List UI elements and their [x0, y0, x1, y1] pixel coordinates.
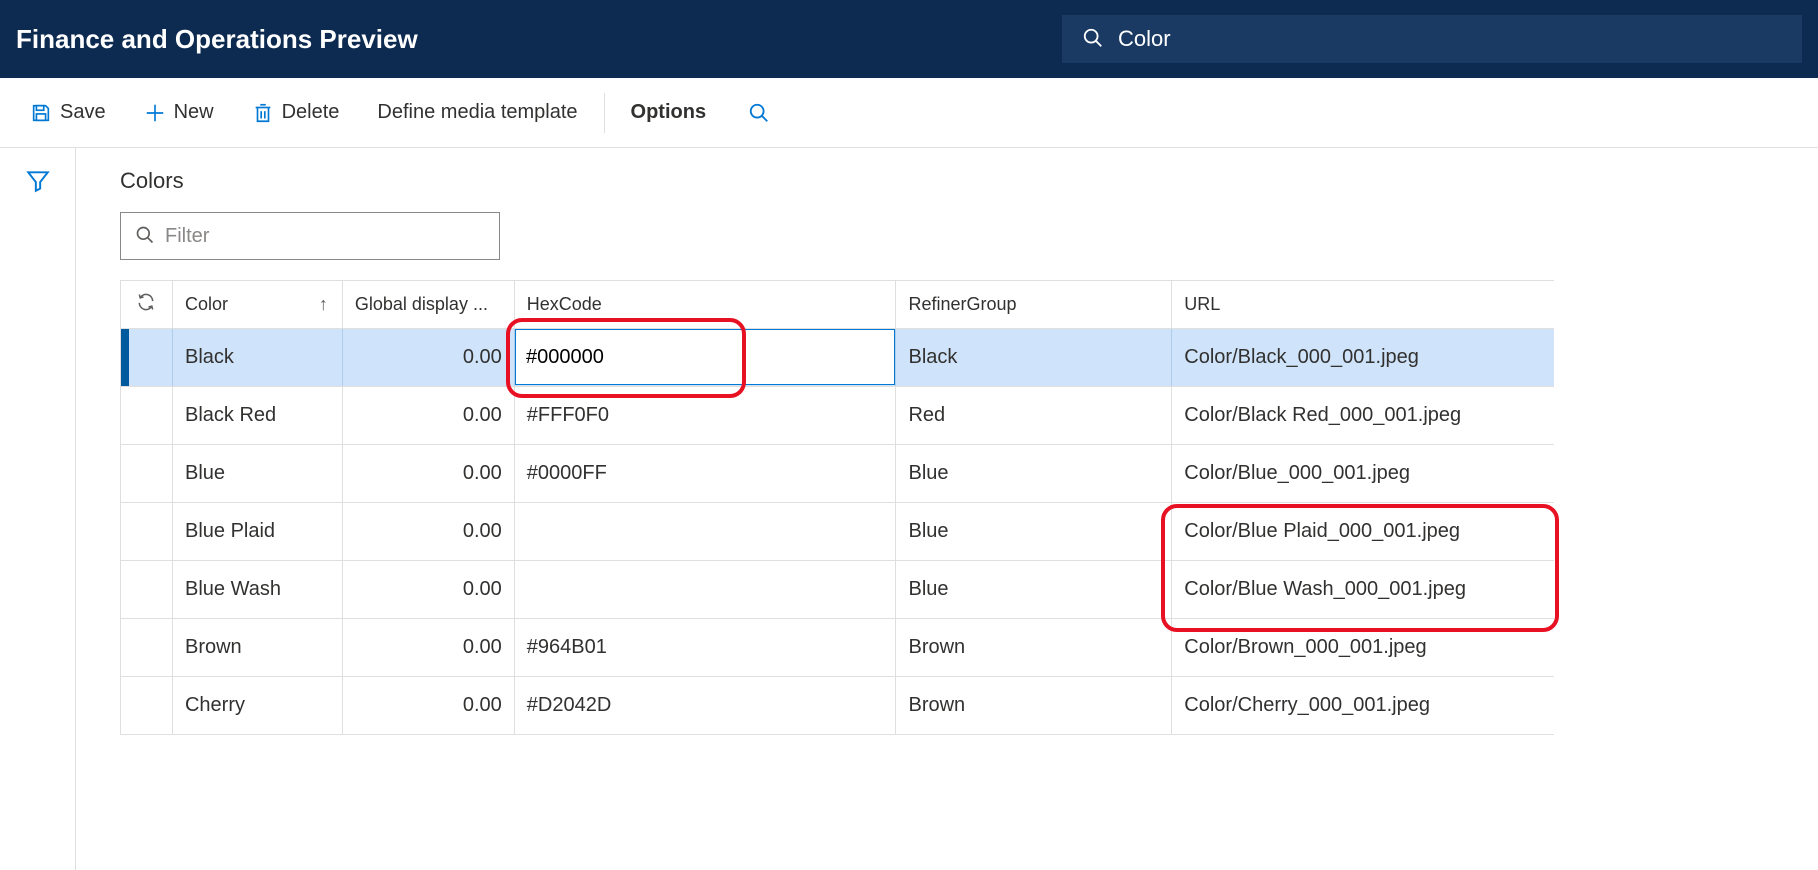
row-selector-cell[interactable]	[121, 677, 173, 734]
plus-icon	[144, 102, 166, 124]
table-row[interactable]: Blue0.00#0000FFBlueColor/Blue_000_001.jp…	[121, 445, 1554, 503]
cell-color[interactable]: Brown	[173, 619, 343, 676]
search-icon	[135, 225, 155, 248]
cell-editor[interactable]	[515, 329, 895, 385]
app-title: Finance and Operations Preview	[16, 24, 418, 55]
delete-label: Delete	[282, 101, 340, 124]
cell-url[interactable]: Color/Blue_000_001.jpeg	[1172, 445, 1554, 502]
cell-global-display[interactable]: 0.00	[343, 329, 515, 386]
table-row[interactable]: Brown0.00#964B01BrownColor/Brown_000_001…	[121, 619, 1554, 677]
column-header-label: Color	[185, 294, 228, 315]
save-label: Save	[60, 101, 106, 124]
new-label: New	[174, 101, 214, 124]
cell-global-display[interactable]: 0.00	[343, 503, 515, 560]
cell-url[interactable]: Color/Blue Wash_000_001.jpeg	[1172, 561, 1554, 618]
cell-color[interactable]: Blue Plaid	[173, 503, 343, 560]
column-header-refinergroup[interactable]: RefinerGroup	[896, 281, 1172, 328]
trash-icon	[252, 102, 274, 124]
cell-color[interactable]: Blue	[173, 445, 343, 502]
row-selector-cell[interactable]	[121, 445, 173, 502]
cell-color[interactable]: Black Red	[173, 387, 343, 444]
cell-global-display[interactable]: 0.00	[343, 445, 515, 502]
column-header-label: Global display ...	[355, 294, 488, 315]
cell-color[interactable]: Cherry	[173, 677, 343, 734]
cell-refinergroup[interactable]: Blue	[896, 445, 1172, 502]
save-icon	[30, 102, 52, 124]
content-body: Colors	[0, 148, 1818, 870]
table-row[interactable]: Black0.00BlackColor/Black_000_001.jpeg	[121, 329, 1554, 387]
new-button[interactable]: New	[126, 93, 232, 132]
cell-refinergroup[interactable]: Brown	[896, 677, 1172, 734]
sort-asc-icon: ↑	[319, 294, 328, 315]
column-header-global[interactable]: Global display ...	[343, 281, 515, 328]
column-header-color[interactable]: Color ↑	[173, 281, 343, 328]
grid-body: Black0.00BlackColor/Black_000_001.jpegBl…	[121, 329, 1554, 735]
table-row[interactable]: Blue Wash0.00 BlueColor/Blue Wash_000_001…	[121, 561, 1554, 619]
cell-global-display[interactable]: 0.00	[343, 677, 515, 734]
grid-filter-input[interactable]	[165, 225, 485, 248]
cell-color[interactable]: Blue Wash	[173, 561, 343, 618]
row-selector-cell[interactable]	[121, 387, 173, 444]
cell-hexcode[interactable]	[515, 561, 897, 618]
column-header-label: HexCode	[527, 294, 602, 315]
row-selector-cell[interactable]	[121, 503, 173, 560]
cell-hexcode[interactable]: #964B01	[515, 619, 897, 676]
cell-refinergroup[interactable]: Brown	[896, 619, 1172, 676]
cell-refinergroup[interactable]: Black	[896, 329, 1172, 386]
save-button[interactable]: Save	[12, 93, 124, 132]
refresh-icon	[136, 292, 156, 317]
cell-url[interactable]: Color/Cherry_000_001.jpeg	[1172, 677, 1554, 734]
table-row[interactable]: Black Red0.00#FFF0F0RedColor/Black Red_0…	[121, 387, 1554, 445]
search-icon	[1082, 27, 1104, 52]
row-selector-cell[interactable]	[121, 619, 173, 676]
options-label: Options	[631, 101, 707, 124]
cell-color[interactable]: Black	[173, 329, 343, 386]
cell-hexcode[interactable]: #FFF0F0	[515, 387, 897, 444]
cell-url[interactable]: Color/Blue Plaid_000_001.jpeg	[1172, 503, 1554, 560]
delete-button[interactable]: Delete	[234, 93, 358, 132]
section-title: Colors	[120, 168, 1818, 194]
grid-filter[interactable]	[120, 212, 500, 260]
define-media-label: Define media template	[377, 101, 577, 124]
action-toolbar: Save New Delete Define media template Op…	[0, 78, 1818, 148]
cell-refinergroup[interactable]: Blue	[896, 503, 1172, 560]
cell-url[interactable]: Color/Black_000_001.jpeg	[1172, 329, 1554, 386]
row-selector-cell[interactable]	[121, 561, 173, 618]
grid-header-row: Color ↑ Global display ... HexCode Refin…	[121, 281, 1554, 329]
global-search-input[interactable]	[1118, 26, 1782, 52]
cell-hexcode[interactable]: #0000FF	[515, 445, 897, 502]
funnel-filter-icon[interactable]	[25, 168, 51, 197]
app-header: Finance and Operations Preview	[0, 0, 1818, 78]
toolbar-separator	[604, 93, 605, 133]
column-header-url[interactable]: URL	[1172, 281, 1554, 328]
cell-hexcode[interactable]	[515, 503, 897, 560]
cell-url[interactable]: Color/Black Red_000_001.jpeg	[1172, 387, 1554, 444]
options-button[interactable]: Options	[613, 93, 725, 132]
table-row[interactable]: Blue Plaid0.00 BlueColor/Blue Plaid_000_0…	[121, 503, 1554, 561]
cell-refinergroup[interactable]: Red	[896, 387, 1172, 444]
cell-refinergroup[interactable]: Blue	[896, 561, 1172, 618]
table-row[interactable]: Cherry0.00#D2042DBrownColor/Cherry_000_0…	[121, 677, 1554, 735]
column-header-label: URL	[1184, 294, 1220, 315]
data-grid: Color ↑ Global display ... HexCode Refin…	[120, 280, 1554, 735]
cell-global-display[interactable]: 0.00	[343, 561, 515, 618]
define-media-template-button[interactable]: Define media template	[359, 93, 595, 132]
column-header-label: RefinerGroup	[908, 294, 1016, 315]
hexcode-input[interactable]	[526, 346, 884, 369]
toolbar-search-button[interactable]	[726, 94, 792, 132]
grid-refresh-cell[interactable]	[121, 281, 173, 328]
cell-global-display[interactable]: 0.00	[343, 619, 515, 676]
column-header-hexcode[interactable]: HexCode	[515, 281, 897, 328]
side-rail	[0, 148, 76, 870]
main-content: Colors	[76, 148, 1818, 870]
search-icon	[748, 102, 770, 124]
row-selection-marker	[121, 329, 129, 386]
cell-global-display[interactable]: 0.00	[343, 387, 515, 444]
global-search[interactable]	[1062, 15, 1802, 63]
cell-hexcode[interactable]: #D2042D	[515, 677, 897, 734]
cell-url[interactable]: Color/Brown_000_001.jpeg	[1172, 619, 1554, 676]
